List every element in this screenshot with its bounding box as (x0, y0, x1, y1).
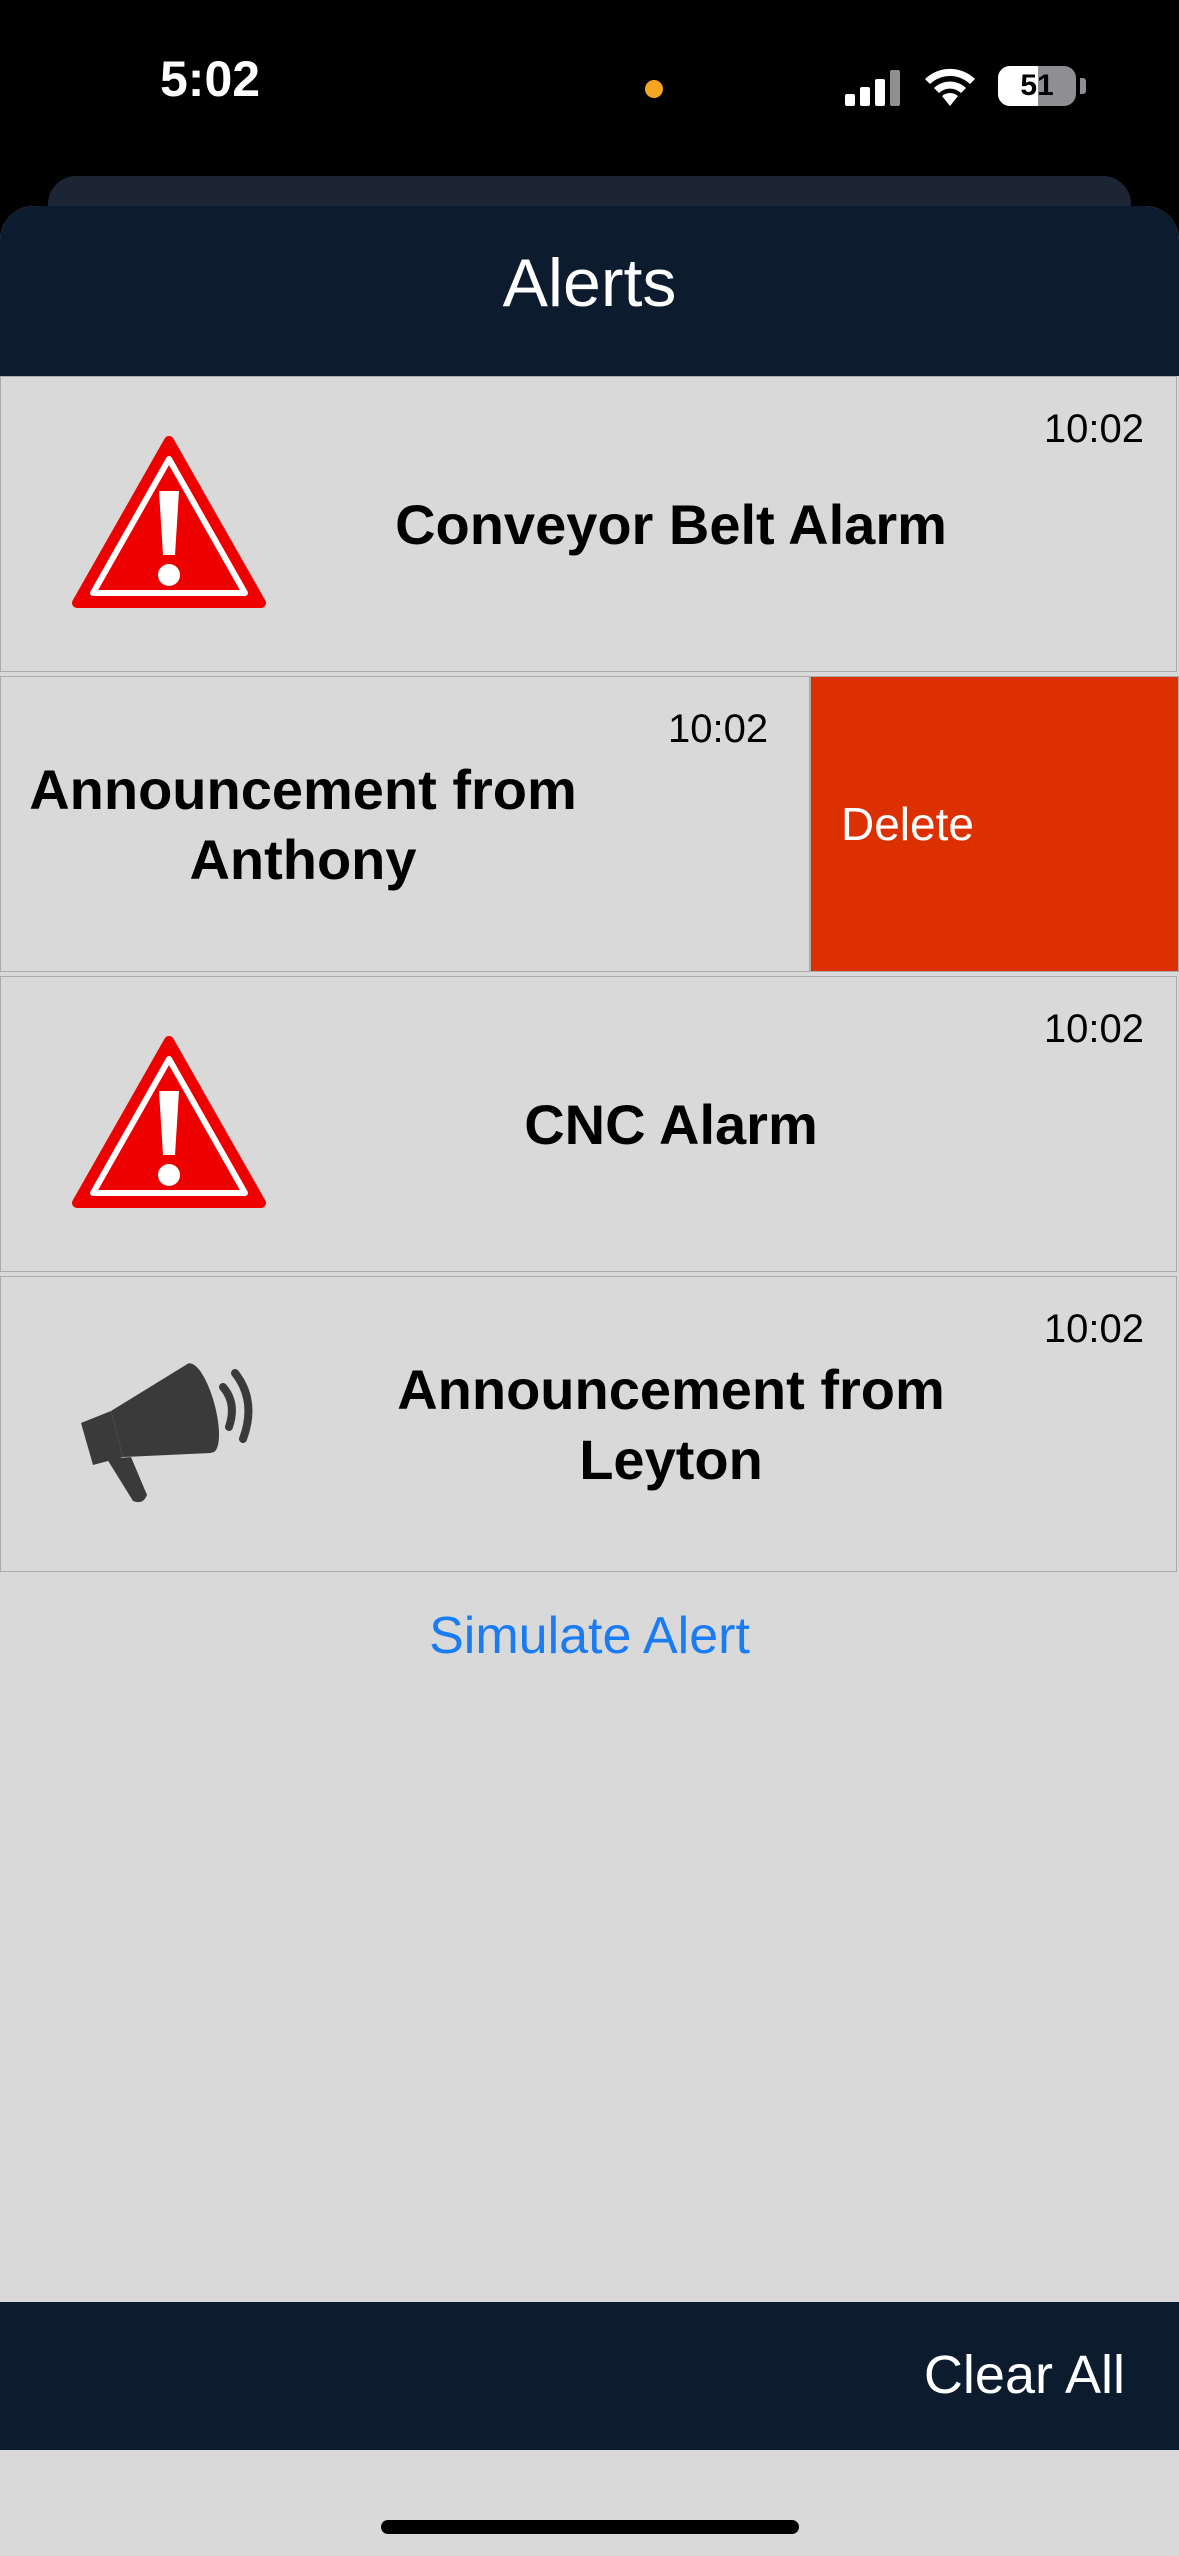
alerts-sheet: Alerts Conveyor Belt Alarm 10:02 Announc… (0, 206, 1179, 2556)
alert-item-cnc[interactable]: CNC Alarm 10:02 (0, 976, 1177, 1272)
recording-indicator (645, 80, 663, 98)
alert-time: 10:02 (1043, 407, 1144, 451)
status-bar: 5:02 51 (0, 0, 1179, 170)
alert-content[interactable]: Announcement from Anthony 10:02 (0, 676, 810, 972)
warning-triangle-icon (72, 436, 266, 608)
clear-all-button[interactable]: Clear All (924, 2344, 1125, 2406)
alert-time: 10:02 (668, 707, 769, 751)
battery-icon: 51 (998, 66, 1076, 106)
warning-triangle-icon (72, 1036, 266, 1208)
alert-item-anthony-swiped[interactable]: Announcement from Anthony 10:02 Delete (0, 676, 1179, 972)
alert-title: Conveyor Belt Alarm (395, 493, 947, 556)
signal-icon (845, 70, 900, 106)
header-bar: Alerts (0, 206, 1179, 376)
delete-label: Delete (841, 798, 974, 850)
megaphone-icon (81, 1363, 253, 1503)
alert-time: 10:02 (1043, 1307, 1144, 1351)
alert-item-conveyor-belt[interactable]: Conveyor Belt Alarm 10:02 (0, 376, 1177, 672)
wifi-icon (925, 68, 975, 106)
page-title: Alerts (502, 245, 677, 321)
status-time: 5:02 (160, 51, 261, 107)
home-indicator[interactable] (381, 2520, 799, 2534)
battery-level: 51 (1020, 69, 1054, 102)
alert-title: Announcement from Leyton (397, 1358, 945, 1491)
alert-item-leyton[interactable]: Announcement from Leyton 10:02 (0, 1276, 1177, 1572)
simulate-alert-button[interactable]: Simulate Alert (0, 1606, 1179, 1666)
battery-cap (1080, 78, 1086, 94)
alert-time: 10:02 (1043, 1007, 1144, 1051)
alert-title: Announcement from Anthony (29, 758, 577, 891)
footer-bar: Clear All (0, 2302, 1179, 2450)
delete-button[interactable]: Delete (810, 676, 1179, 972)
alert-title: CNC Alarm (524, 1093, 818, 1156)
